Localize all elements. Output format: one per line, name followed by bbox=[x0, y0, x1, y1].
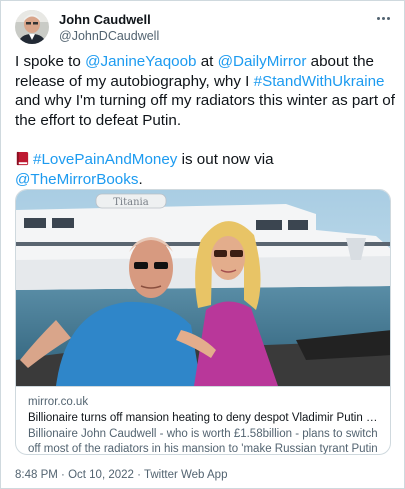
mention-link[interactable]: @TheMirrorBooks bbox=[15, 171, 138, 188]
photo-man-and-woman-on-boat-icon: Titania bbox=[16, 190, 390, 386]
text-segment: I spoke to bbox=[15, 53, 86, 70]
avatar[interactable] bbox=[15, 10, 49, 44]
tweet-header: John Caudwell @JohnDCaudwell bbox=[15, 10, 393, 46]
card-title: Billionaire turns off mansion heating to… bbox=[28, 412, 380, 424]
yacht-name-label: Titania bbox=[113, 197, 148, 208]
tweet-container: John Caudwell @JohnDCaudwell I spoke to … bbox=[0, 0, 405, 489]
tweet-date[interactable]: Oct 10, 2022 bbox=[68, 469, 134, 481]
card-domain: mirror.co.uk bbox=[28, 396, 89, 408]
meta-separator: · bbox=[133, 469, 144, 481]
meta-separator: · bbox=[57, 469, 69, 481]
card-body[interactable]: mirror.co.uk Billionaire turns off mansi… bbox=[16, 386, 390, 455]
hashtag-link[interactable]: #LovePainAndMoney bbox=[33, 151, 177, 168]
text-segment: . bbox=[138, 170, 143, 188]
tweet-text: I spoke to @JanineYaqoob at @DailyMirror… bbox=[15, 52, 397, 189]
link-preview-card[interactable]: Titania mirror.co.uk Billionaire turns o… bbox=[15, 189, 391, 455]
tweet-source[interactable]: Twitter Web App bbox=[144, 469, 228, 481]
card-description: Billionaire John Caudwell - who is worth… bbox=[28, 428, 378, 455]
tweet-meta: 8:48 PM · Oct 10, 2022 · Twitter Web App bbox=[15, 469, 227, 481]
text-segment: is out now via bbox=[177, 150, 274, 168]
author-handle[interactable]: @JohnDCaudwell bbox=[59, 28, 159, 44]
author-names: John Caudwell @JohnDCaudwell bbox=[59, 12, 159, 46]
text-segment: and why I'm turning off my radiators thi… bbox=[15, 92, 395, 129]
mention-link[interactable]: @JanineYaqoob bbox=[85, 53, 196, 70]
text-segment: at bbox=[196, 53, 218, 70]
more-options-icon[interactable] bbox=[373, 10, 393, 26]
profile-photo-icon bbox=[15, 10, 49, 44]
tweet-paragraph-2: #LovePainAndMoney is out now via @TheMir… bbox=[15, 150, 397, 189]
hashtag-link[interactable]: #StandWithUkraine bbox=[254, 73, 385, 90]
tweet-paragraph-1: I spoke to @JanineYaqoob at @DailyMirror… bbox=[15, 52, 397, 130]
mention-link[interactable]: @DailyMirror bbox=[218, 53, 307, 70]
card-image[interactable]: Titania bbox=[16, 190, 390, 386]
tweet-time[interactable]: 8:48 PM bbox=[15, 469, 58, 481]
red-book-icon bbox=[16, 151, 29, 166]
author-display-name[interactable]: John Caudwell bbox=[59, 12, 159, 28]
